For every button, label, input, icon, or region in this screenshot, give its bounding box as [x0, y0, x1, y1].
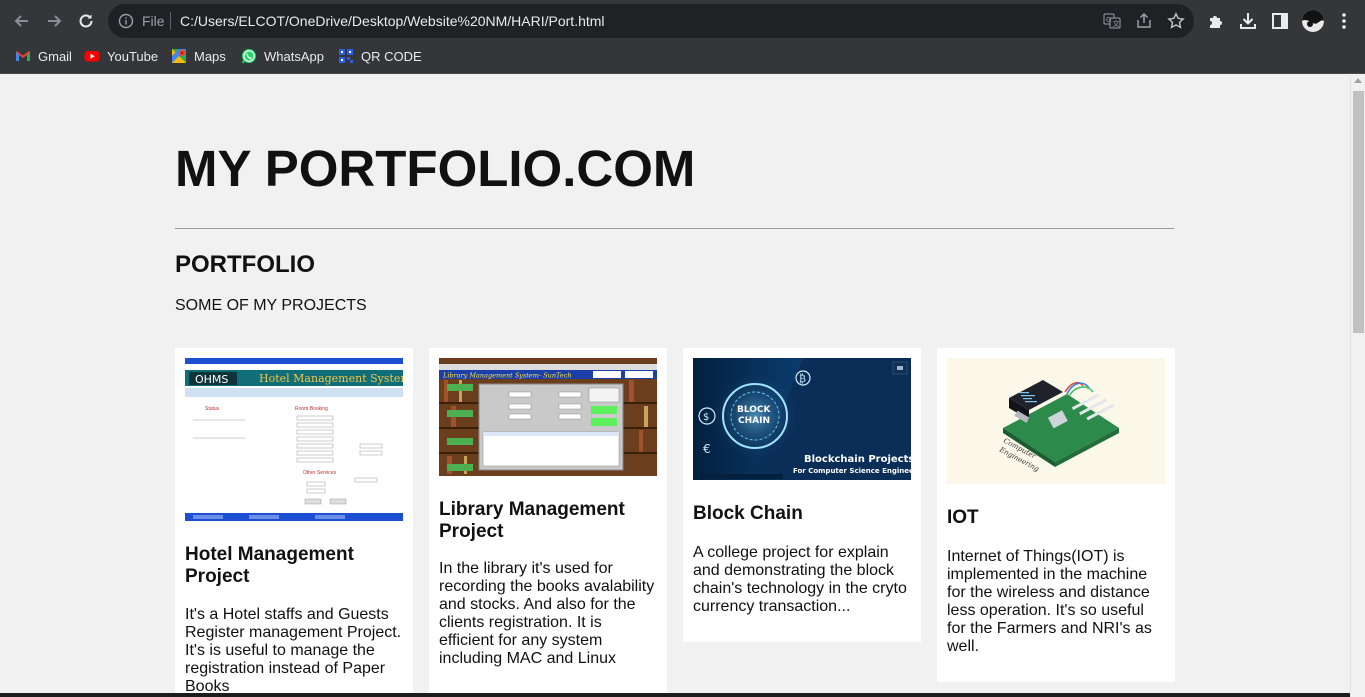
svg-text:文: 文 [1113, 19, 1120, 28]
scroll-up-arrow-icon[interactable] [1354, 78, 1362, 83]
page-scrollbar[interactable] [1350, 75, 1365, 697]
profile-avatar[interactable] [1301, 9, 1325, 38]
project-description: It's a Hotel staffs and Guests Register … [185, 606, 402, 695]
project-description: A college project for explain and demons… [693, 544, 907, 615]
project-title: Hotel Management Project [185, 544, 354, 587]
svg-text:Other Services: Other Services [303, 470, 337, 476]
bookmark-gmail[interactable]: Gmail [15, 48, 72, 64]
file-label: File [142, 13, 165, 29]
share-icon[interactable] [1135, 12, 1153, 35]
bookmark-label: Maps [194, 48, 226, 64]
whatsapp-icon [242, 49, 256, 64]
svg-text:CHAIN: CHAIN [738, 416, 770, 426]
svg-text:BLOCK: BLOCK [737, 405, 772, 415]
bookmark-star-icon[interactable] [1167, 12, 1185, 35]
forward-button[interactable] [39, 6, 69, 36]
side-panel-icon[interactable] [1270, 11, 1290, 36]
project-card-hotel[interactable]: OHMS Hotel Management System Status Room… [175, 348, 413, 697]
section-subtitle: SOME OF MY PROJECTS [175, 297, 367, 314]
bookmark-label: YouTube [107, 48, 159, 64]
project-card-blockchain[interactable]: BLOCK CHAIN $ € ₿ Blockchain Projects Fo… [683, 348, 921, 642]
project-title: Library Management Project [439, 499, 625, 542]
bookmark-whatsapp[interactable]: WhatsApp [241, 48, 324, 64]
qr-code-icon [339, 49, 353, 63]
address-divider [170, 12, 171, 30]
svg-text:€: € [703, 442, 711, 456]
library-project-screenshot: Library Management System- SunTech [439, 358, 657, 476]
translate-icon[interactable]: G文 [1103, 12, 1121, 35]
svg-text:$: $ [703, 412, 709, 423]
download-icon[interactable] [1238, 11, 1258, 36]
project-title: Block Chain [693, 503, 803, 524]
reload-icon [79, 14, 93, 28]
back-arrow-icon [14, 15, 28, 27]
svg-text:Room Booking: Room Booking [295, 406, 328, 412]
back-button[interactable] [7, 6, 37, 36]
svg-text:Status: Status [205, 406, 220, 412]
blockchain-project-banner: BLOCK CHAIN $ € ₿ Blockchain Projects Fo… [693, 358, 911, 480]
bookmark-label: WhatsApp [264, 48, 324, 64]
project-description: In the library it's used for recording t… [439, 560, 655, 667]
forward-arrow-icon [48, 15, 62, 27]
maps-icon [172, 49, 186, 63]
hotel-project-screenshot: OHMS Hotel Management System Status Room… [185, 358, 403, 521]
gmail-icon [16, 51, 30, 61]
project-card-library[interactable]: Library Management System- SunTech Libra… [429, 348, 667, 697]
bookmark-label: QR CODE [361, 48, 422, 64]
blockchain-thumb-subcaption: For Computer Science Engineers [793, 467, 911, 475]
iot-project-illustration: Computer Engineering [947, 358, 1165, 484]
scrollbar-thumb[interactable] [1353, 91, 1364, 333]
section-title: PORTFOLIO [175, 251, 315, 278]
svg-text:G: G [1106, 16, 1111, 24]
address-bar[interactable]: File C:/Users/ELCOT/OneDrive/Desktop/Web… [108, 4, 1194, 38]
title-divider [175, 228, 1174, 229]
blockchain-thumb-caption: Blockchain Projects [804, 454, 911, 465]
reload-button[interactable] [71, 6, 101, 36]
browser-toolbar: File C:/Users/ELCOT/OneDrive/Desktop/Web… [0, 0, 1365, 42]
site-info-icon[interactable] [118, 13, 134, 34]
more-menu-icon[interactable] [1338, 11, 1350, 36]
hotel-thumb-logo: OHMS [195, 373, 228, 386]
taskbar-edge [0, 693, 1350, 697]
bookmarks-bar: Gmail YouTube Maps WhatsApp QR CODE [0, 42, 1365, 74]
extensions-icon[interactable] [1206, 11, 1226, 36]
site-title: MY PORTFOLIO.COM [175, 140, 696, 197]
bookmark-youtube[interactable]: YouTube [84, 48, 158, 64]
youtube-icon [84, 51, 100, 62]
svg-text:₿: ₿ [799, 373, 806, 385]
bookmark-qr-code[interactable]: QR CODE [338, 48, 422, 64]
bookmark-label: Gmail [38, 48, 72, 64]
url-text[interactable]: C:/Users/ELCOT/OneDrive/Desktop/Website%… [180, 13, 605, 29]
hotel-thumb-caption: Hotel Management System [259, 372, 403, 385]
project-title: IOT [947, 507, 979, 528]
project-card-iot[interactable]: Computer Engineering IOT Internet of Thi… [937, 348, 1175, 682]
project-description: Internet of Things(IOT) is implemented i… [947, 548, 1152, 655]
bookmark-maps[interactable]: Maps [171, 48, 226, 64]
library-thumb-caption: Library Management System- SunTech [442, 372, 572, 380]
